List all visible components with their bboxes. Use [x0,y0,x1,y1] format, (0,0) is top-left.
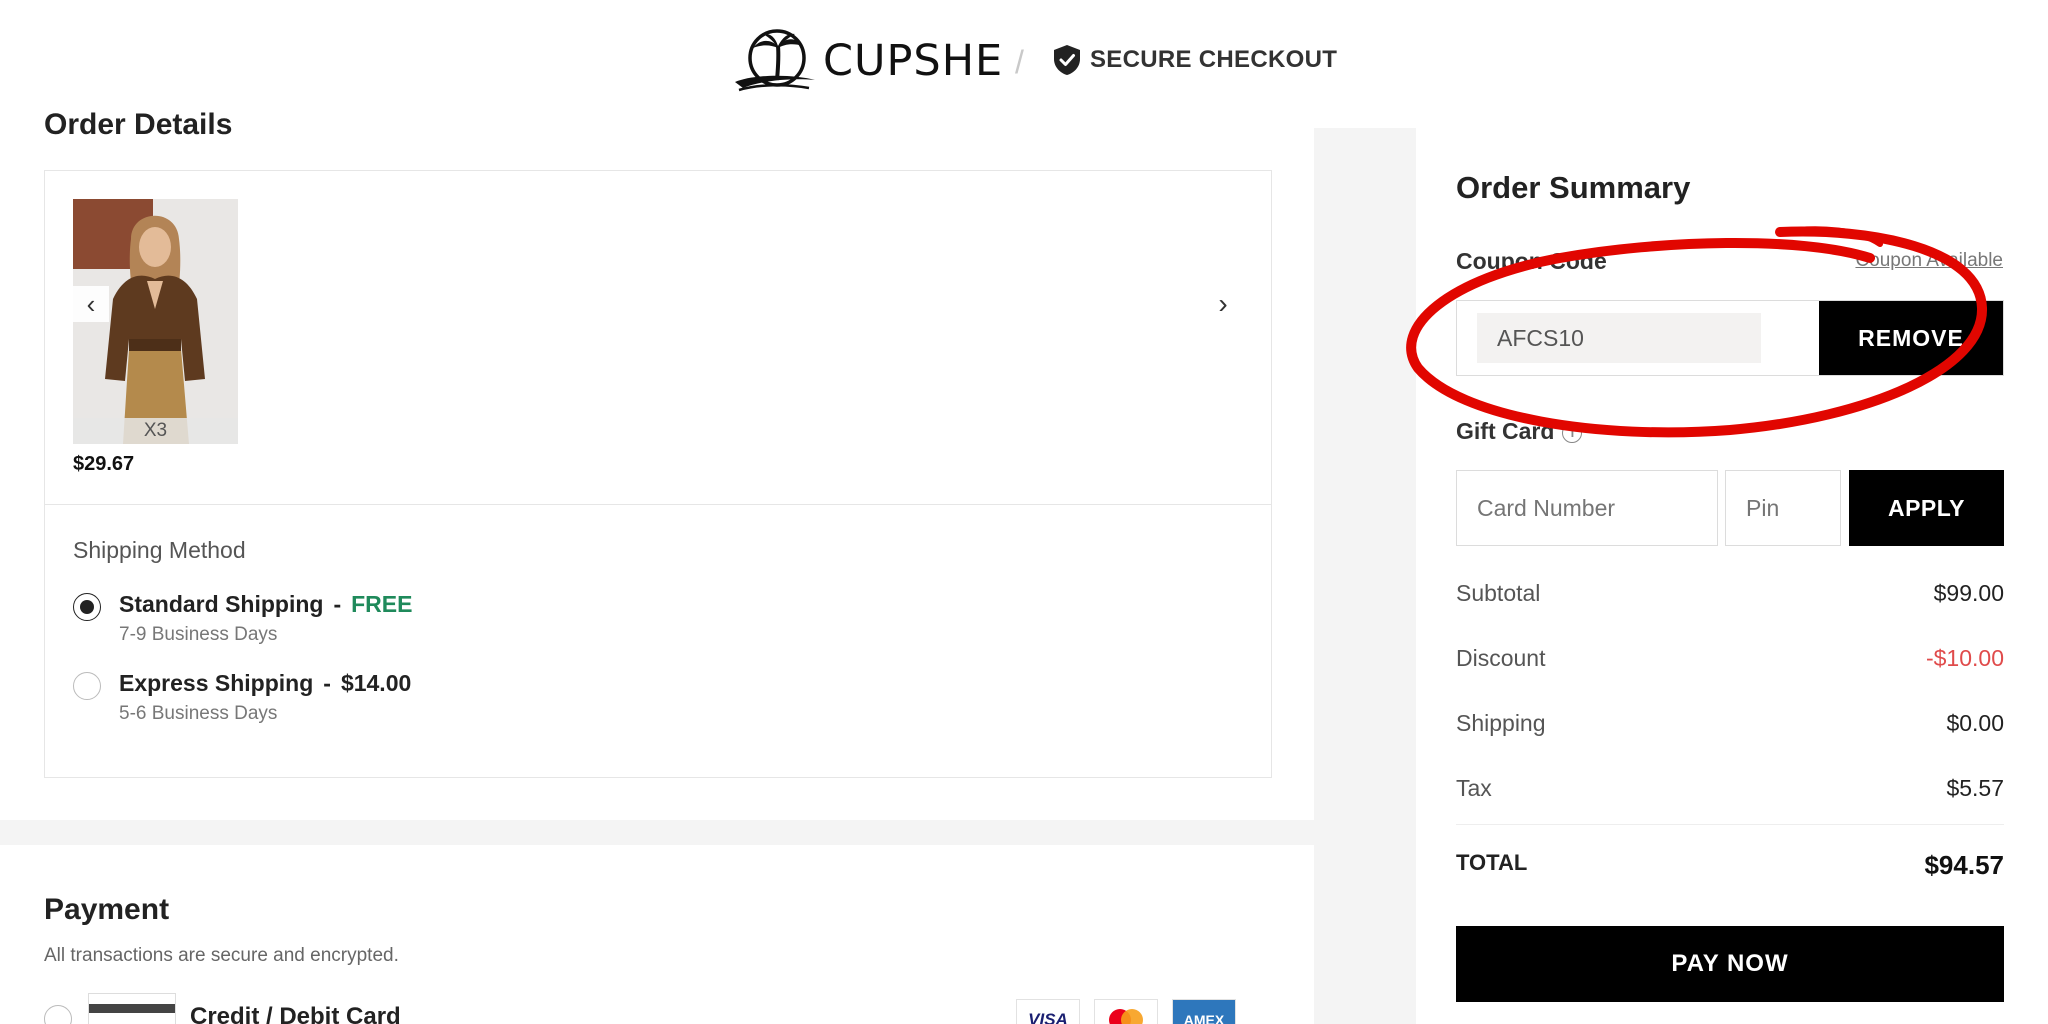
shipping-option-price: $14.00 [340,670,412,696]
payment-subtitle: All transactions are secure and encrypte… [44,945,399,966]
summary-row-label: Tax [1456,775,1492,801]
header-separator: / [1015,44,1024,80]
payment-card: Payment All transactions are secure and … [0,845,1314,1024]
shield-check-icon [1054,45,1080,75]
summary-row-label: Subtotal [1456,580,1541,606]
secure-checkout-label: SECURE CHECKOUT [1090,46,1338,73]
secure-checkout-badge: SECURE CHECKOUT [1052,44,1337,76]
shipping-option-days: 7-9 Business Days [119,624,278,645]
apply-gift-card-button[interactable]: APPLY [1849,470,2004,546]
chevron-right-icon: › [1218,288,1228,319]
remove-coupon-button[interactable]: REMOVE [1819,301,2003,375]
quantity-label: X3 [73,418,238,444]
summary-row-discount: Discount -$10.00 [1456,645,2004,672]
order-summary-title: Order Summary [1456,170,1691,205]
gift-card-label: Gift Card [1456,418,1555,444]
radio-standard-shipping[interactable] [73,593,101,621]
summary-row-subtotal: Subtotal $99.00 [1456,580,2004,607]
coupon-field-group: REMOVE [1456,300,2004,376]
gift-card-heading: Gift Card i [1456,418,1583,445]
total-divider [1456,824,2004,825]
order-summary-panel: Order Summary Coupon Code Coupon Availab… [1416,128,2048,1024]
summary-row-value: $5.57 [1946,775,2004,801]
item-price: $29.67 [73,453,135,475]
order-details-title: Order Details [44,108,233,141]
palm-tree-logo-icon [735,29,815,92]
total-value: $94.57 [1924,850,2004,880]
chevron-left-icon: ‹ [86,288,96,319]
brand-logo[interactable]: CUPSHE [733,28,1003,94]
gift-card-number-input[interactable] [1456,470,1718,546]
gift-card-pin-input[interactable] [1725,470,1841,546]
shipping-option-standard[interactable]: Standard Shipping - FREE 7-9 Business Days [73,591,412,646]
summary-row-value: $0.00 [1946,710,2004,736]
order-details-card: X3 ‹ › $29.67 Shipping Method Standard S… [0,128,1314,820]
shipping-option-dash: - [323,670,331,696]
amex-icon: AMEX [1172,999,1236,1024]
coupon-code-label: Coupon Code [1456,248,1607,274]
radio-express-shipping[interactable] [73,672,101,700]
carousel-next-button[interactable]: › [1205,286,1241,322]
summary-row-value: -$10.00 [1925,645,2004,671]
pay-now-button[interactable]: PAY NOW [1456,926,2004,1002]
shipping-option-days: 5-6 Business Days [119,703,278,724]
items-carousel: X3 ‹ › $29.67 [45,171,1271,505]
checkout-header: CUPSHE / SECURE CHECKOUT [0,0,2048,128]
credit-card-icon [88,993,176,1024]
summary-row-label: Discount [1456,645,1546,671]
radio-credit-card[interactable] [44,1005,72,1024]
visa-icon: VISA [1016,999,1080,1024]
credit-card-label[interactable]: Credit / Debit Card [190,1003,401,1024]
shipping-option-price: FREE [351,591,413,617]
summary-row-total: TOTAL $94.57 [1456,850,2004,881]
brand-name: CUPSHE [823,36,1004,86]
mastercard-icon [1094,999,1158,1024]
order-items-box: X3 ‹ › $29.67 Shipping Method Standard S… [44,170,1272,778]
shipping-option-name: Standard Shipping [119,591,324,617]
shipping-option-name: Express Shipping [119,670,314,696]
payment-title: Payment [44,893,170,926]
shipping-option-dash: - [333,591,342,617]
total-label: TOTAL [1456,850,1528,875]
summary-row-tax: Tax $5.57 [1456,775,2004,802]
summary-row-label: Shipping [1456,710,1546,736]
coupon-input[interactable] [1477,313,1761,363]
coupon-available-link[interactable]: Coupon Available [1855,250,2003,272]
shipping-option-express[interactable]: Express Shipping - $14.00 5-6 Business Day… [73,670,411,725]
info-icon[interactable]: i [1562,422,1583,443]
carousel-prev-button[interactable]: ‹ [73,286,109,322]
summary-row-shipping: Shipping $0.00 [1456,710,2004,737]
summary-row-value: $99.00 [1933,580,2004,606]
shipping-method-title: Shipping Method [73,537,246,563]
